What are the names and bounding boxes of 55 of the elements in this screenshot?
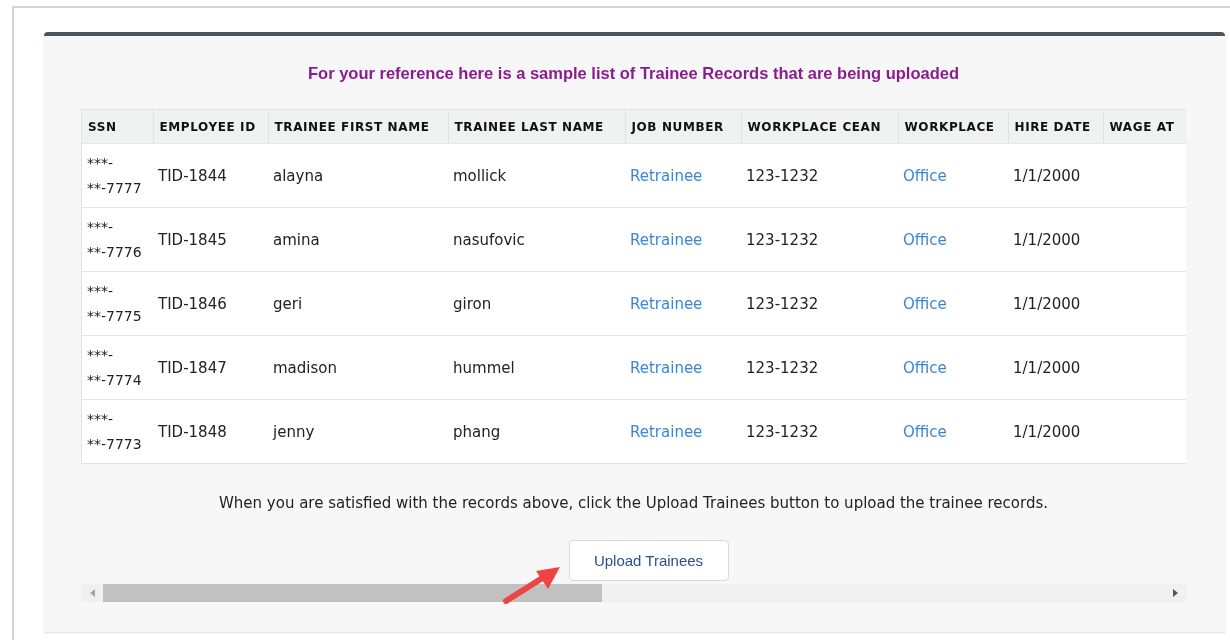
table-cell: 1/1/2000	[1008, 207, 1103, 272]
table-cell: TID-1845	[153, 207, 268, 272]
column-header: TRAINEE FIRST NAME	[268, 110, 448, 144]
table-cell: TID-1846	[153, 271, 268, 336]
table-cell: TID-1844	[153, 143, 268, 208]
table-cell: amina	[268, 207, 448, 272]
table-cell: 123-1232	[741, 207, 898, 272]
table-cell: ***- **-7776	[82, 207, 153, 272]
column-header: TRAINEE LAST NAME	[448, 110, 625, 144]
table-link[interactable]: Office	[903, 422, 947, 441]
table-cell: 123-1232	[741, 399, 898, 463]
table-cell: madison	[268, 335, 448, 400]
table-cell: ***- **-7777	[82, 143, 153, 208]
horizontal-scrollbar[interactable]	[81, 584, 1186, 602]
table-link[interactable]: Office	[903, 294, 947, 313]
right-arrow-icon[interactable]	[1172, 589, 1178, 597]
table-link[interactable]: Retrainee	[630, 166, 703, 185]
table-cell: ***- **-7775	[82, 271, 153, 336]
table-cell: mollick	[448, 143, 625, 208]
table-cell: TID-1848	[153, 399, 268, 463]
table-link[interactable]: Retrainee	[630, 294, 703, 313]
column-header: WORKPLACE	[898, 110, 1008, 144]
table-cell: ***- **-7774	[82, 335, 153, 400]
table-cell: geri	[268, 271, 448, 336]
column-header: SSN	[82, 110, 153, 144]
upload-button[interactable]: Upload Trainees	[568, 540, 729, 581]
table-cell: phang	[448, 399, 625, 463]
table-link[interactable]: Retrainee	[630, 230, 703, 249]
table-cell: hummel	[448, 335, 625, 400]
column-header: WORKPLACE CEAN	[741, 110, 898, 144]
table-link[interactable]: Office	[903, 230, 947, 249]
column-header: WAGE AT	[1103, 110, 1186, 144]
table-cell: TID-1847	[153, 335, 268, 400]
left-arrow-icon[interactable]	[89, 589, 95, 597]
column-header: EMPLOYEE ID	[153, 110, 268, 144]
table-cell: nasufovic	[448, 207, 625, 272]
instruction-text: When you are satisfied with the records above, click the Upload Trainees button to upload the trainee records.	[218, 494, 1049, 512]
table-cell: 1/1/2000	[1008, 399, 1103, 463]
table-cell: 123-1232	[741, 271, 898, 336]
table-link[interactable]: Retrainee	[630, 358, 703, 377]
table-cell: giron	[448, 271, 625, 336]
column-header: HIRE DATE	[1008, 110, 1103, 144]
table-link[interactable]: Retrainee	[630, 422, 703, 441]
table-cell: 1/1/2000	[1008, 271, 1103, 336]
table-cell: alayna	[268, 143, 448, 208]
table-cell: ***- **-7773	[82, 399, 153, 463]
table-cell: 1/1/2000	[1008, 143, 1103, 208]
table-link[interactable]: Office	[903, 358, 947, 377]
table-cell: 1/1/2000	[1008, 335, 1103, 400]
table-cell: jenny	[268, 399, 448, 463]
heading: For your reference here is a sample list of Trainee Records that are being uploaded	[306, 64, 960, 83]
table-link[interactable]: Office	[903, 166, 947, 185]
table-cell: 123-1232	[741, 143, 898, 208]
column-header: JOB NUMBER	[625, 110, 741, 144]
table-cell: 123-1232	[741, 335, 898, 400]
